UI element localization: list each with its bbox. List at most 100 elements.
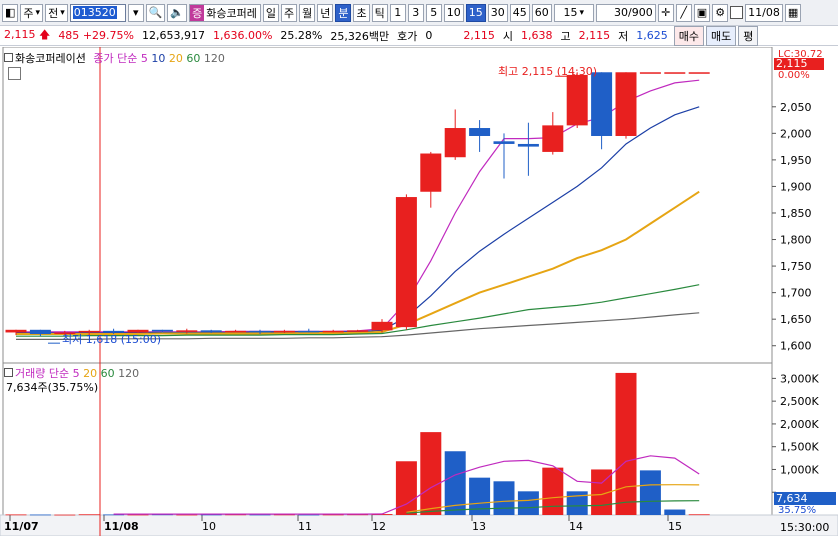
candle-body-14 bbox=[347, 330, 369, 332]
minute-45[interactable]: 45 bbox=[509, 3, 530, 22]
candle-body-20 bbox=[493, 141, 515, 144]
date-checkbox[interactable] bbox=[730, 6, 744, 19]
candle-body-17 bbox=[420, 153, 442, 192]
grid-toggle-icon[interactable] bbox=[8, 67, 21, 80]
volume-bar-12 bbox=[298, 514, 320, 516]
date-input[interactable]: 11/08 bbox=[745, 3, 783, 22]
minute-3[interactable]: 3 bbox=[407, 3, 424, 22]
legend-ma10: 10 bbox=[151, 52, 166, 65]
x-tick-label-7: 15 bbox=[668, 520, 682, 533]
turnover: 25.28% bbox=[280, 29, 323, 42]
period-day[interactable]: 일 bbox=[262, 3, 279, 22]
candle-body-21 bbox=[517, 143, 539, 147]
candle-body-1 bbox=[29, 329, 51, 335]
candle-body-13 bbox=[322, 330, 344, 333]
type-select[interactable]: 전 bbox=[45, 3, 68, 22]
candle-body-22 bbox=[542, 125, 564, 152]
minute-5[interactable]: 5 bbox=[425, 3, 442, 22]
count-input[interactable]: 30/900 bbox=[595, 3, 656, 22]
change-pct: +29.75% bbox=[82, 29, 134, 42]
period-month[interactable]: 월 bbox=[299, 3, 316, 22]
candle-body-26 bbox=[639, 72, 661, 74]
period-year[interactable]: 년 bbox=[317, 3, 334, 22]
volume-bar-23 bbox=[566, 491, 588, 515]
volume-bar-22 bbox=[542, 467, 564, 515]
low-value: 1,625 bbox=[636, 29, 668, 42]
legend-ma60: 60 bbox=[186, 52, 201, 65]
code-dropdown-icon[interactable]: ▾ bbox=[127, 3, 144, 22]
y-tick-label-1: 1,650 bbox=[780, 313, 812, 326]
legend-ma5: 종가 단순 5 bbox=[93, 52, 148, 65]
open-value: 1,638 bbox=[520, 29, 553, 42]
candle-body-10 bbox=[249, 330, 271, 333]
gear-icon[interactable]: ⚙ bbox=[712, 3, 729, 22]
minute-30[interactable]: 30 bbox=[487, 3, 508, 22]
volume-bar-25 bbox=[615, 372, 637, 515]
volume: 12,653,917 bbox=[141, 29, 205, 42]
buy-button[interactable]: 매수 bbox=[673, 25, 704, 46]
price-panel-frame bbox=[2, 46, 773, 364]
current-price: 2,115 🡅 bbox=[0, 26, 54, 45]
type-label: 전 bbox=[48, 6, 59, 20]
y-tick-label-5: 1,850 bbox=[780, 207, 812, 220]
stock-name-box[interactable]: 증 화승코퍼레 bbox=[189, 3, 261, 22]
legend-box-icon bbox=[4, 368, 13, 377]
candle-body-7 bbox=[176, 330, 198, 332]
speaker-icon[interactable]: 🔈 bbox=[167, 3, 188, 22]
volume-bar-17 bbox=[420, 432, 442, 515]
pyeong-button[interactable]: 평 bbox=[738, 25, 759, 46]
search-icon[interactable]: 🔍 bbox=[145, 3, 166, 22]
legend-vol-ma120: 120 bbox=[118, 367, 140, 380]
minute-1[interactable]: 1 bbox=[389, 3, 406, 22]
stock-code-input[interactable]: 013520 bbox=[69, 3, 126, 22]
volume-bar-28 bbox=[688, 514, 710, 516]
period-minute[interactable]: 분 bbox=[335, 3, 352, 22]
minute-60[interactable]: 60 bbox=[531, 3, 552, 22]
sell-button[interactable]: 매도 bbox=[705, 25, 737, 46]
vol-tick-label-1: 1,000K bbox=[780, 463, 819, 476]
draw-tool-icon[interactable]: ╱ bbox=[675, 3, 692, 22]
layout-icon[interactable]: ◧ bbox=[2, 3, 19, 22]
high-value: 2,115 bbox=[578, 29, 611, 42]
x-tick-label-3: 11 bbox=[298, 520, 312, 533]
vol-tick-label-2: 1,500K bbox=[780, 441, 819, 454]
vol-tick-label-4: 2,500K bbox=[780, 395, 819, 408]
period-tick[interactable]: 틱 bbox=[371, 3, 388, 22]
y-tick-label-6: 1,900 bbox=[780, 180, 812, 193]
volume-bar-27 bbox=[664, 509, 686, 515]
legend-vol-ma60: 60 bbox=[100, 367, 115, 380]
volume-bar-20 bbox=[493, 481, 515, 515]
stock-prefix-badge: 증 bbox=[190, 4, 205, 21]
stock-name: 화승코퍼레 bbox=[206, 6, 257, 20]
volume-ratio: 1,636.00% bbox=[212, 29, 273, 42]
market-label: 주 bbox=[23, 6, 34, 20]
crosshair-icon[interactable]: ✛ bbox=[657, 3, 674, 22]
trade-amount: 25,326백만 bbox=[330, 29, 390, 43]
volume-bar-0 bbox=[5, 514, 27, 516]
candle-body-18 bbox=[444, 128, 466, 158]
toolbar: ◧ 주 전 013520 ▾ 🔍 🔈 증 화승코퍼레 일 주 월 년 분 초 틱… bbox=[0, 0, 838, 26]
stock-code-value: 013520 bbox=[72, 6, 117, 19]
hoga-value: 0 bbox=[425, 29, 433, 42]
minute-input[interactable]: 15 bbox=[553, 3, 594, 22]
market-select[interactable]: 주 bbox=[20, 3, 44, 22]
volume-bar-7 bbox=[176, 514, 198, 516]
price-tag: 2,115 bbox=[774, 58, 824, 70]
x-tick-label-5: 13 bbox=[472, 520, 486, 533]
price-value: 2,115 bbox=[4, 28, 36, 41]
x-tick-label-2: 10 bbox=[202, 520, 216, 533]
calendar-icon[interactable]: ▦ bbox=[784, 3, 802, 22]
save-icon[interactable]: ▣ bbox=[693, 3, 711, 22]
volume-bar-21 bbox=[517, 491, 539, 515]
low-annotation: 최저 1,618 (15:00) bbox=[62, 333, 162, 346]
quote-bar: 2,115 🡅 485 +29.75% 12,653,917 1,636.00%… bbox=[0, 25, 838, 46]
minute-15[interactable]: 15 bbox=[465, 3, 486, 22]
minute-10[interactable]: 10 bbox=[443, 3, 464, 22]
period-second[interactable]: 초 bbox=[353, 3, 370, 22]
chart-area[interactable]: 1,600 1,650 1,700 1,750 1,800 1,850 1,900 1,950… bbox=[0, 46, 838, 537]
candle-body-12 bbox=[298, 330, 320, 333]
period-week[interactable]: 주 bbox=[280, 3, 298, 22]
volume-bar-1 bbox=[29, 514, 51, 516]
chart-svg[interactable]: 1,600 1,650 1,700 1,750 1,800 1,850 1,900 1,950… bbox=[0, 46, 838, 537]
vol-tick-label-3: 2,000K bbox=[780, 418, 819, 431]
